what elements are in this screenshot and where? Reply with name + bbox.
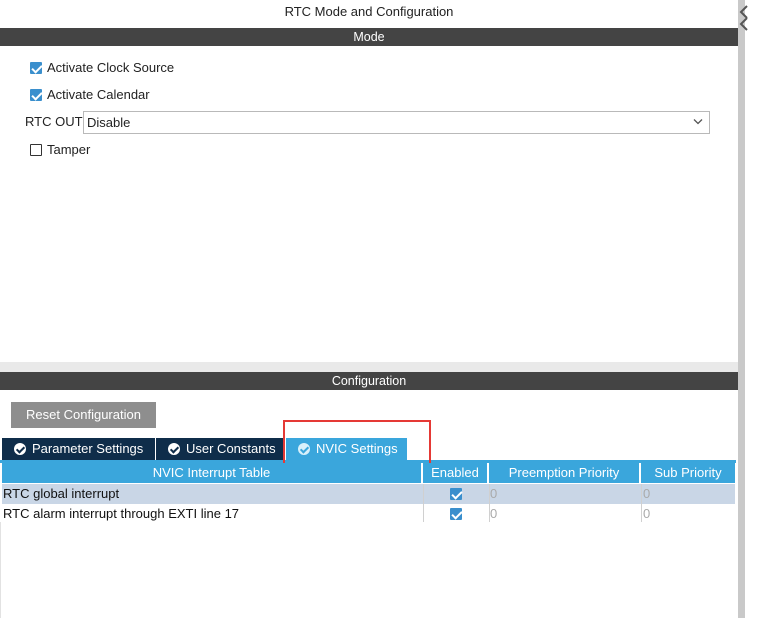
- rtc-config-panel: RTC Mode and Configuration Mode Activate…: [0, 0, 738, 618]
- tab-label: User Constants: [186, 441, 276, 456]
- chevron-left-icon[interactable]: [739, 4, 749, 34]
- enabled-cell: [423, 484, 489, 504]
- column-header-interrupt[interactable]: NVIC Interrupt Table: [2, 463, 423, 483]
- sub-priority-value[interactable]: 0: [641, 504, 735, 524]
- activate-calendar-label: Activate Calendar: [47, 87, 150, 102]
- enabled-cell: [423, 504, 489, 524]
- rtc-out-select[interactable]: Disable: [83, 111, 710, 134]
- activate-calendar-checkbox[interactable]: [30, 89, 42, 101]
- preemption-priority-value[interactable]: 0: [489, 504, 641, 524]
- tab-parameter-settings[interactable]: Parameter Settings: [2, 438, 155, 460]
- sub-priority-value[interactable]: 0: [641, 484, 735, 504]
- column-header-enabled[interactable]: Enabled: [423, 463, 489, 483]
- right-scrollbar[interactable]: [738, 0, 768, 618]
- table-empty-area: [0, 522, 736, 618]
- table-row[interactable]: RTC global interrupt 0 0: [2, 484, 735, 504]
- rtc-out-value: Disable: [87, 115, 131, 130]
- interrupt-name: RTC global interrupt: [3, 486, 120, 501]
- tamper-checkbox[interactable]: [30, 144, 42, 156]
- check-circle-icon: [14, 443, 26, 455]
- enabled-checkbox[interactable]: [450, 508, 462, 520]
- reset-configuration-button[interactable]: Reset Configuration: [11, 402, 156, 428]
- tamper-label: Tamper: [47, 142, 91, 157]
- enabled-checkbox[interactable]: [450, 488, 462, 500]
- rtc-out-label: RTC OUT: [25, 114, 83, 129]
- table-row[interactable]: RTC alarm interrupt through EXTI line 17…: [2, 504, 735, 524]
- panel-divider[interactable]: [0, 362, 738, 372]
- highlight-annotation: [283, 420, 431, 465]
- activate-clock-source-checkbox[interactable]: [30, 62, 42, 74]
- chevron-down-icon: [693, 119, 703, 125]
- tab-label: Parameter Settings: [32, 441, 144, 456]
- configuration-section-header: Configuration: [0, 372, 738, 390]
- column-header-sub-priority[interactable]: Sub Priority: [641, 463, 735, 483]
- scrollbar-track[interactable]: [738, 0, 745, 618]
- tab-user-constants[interactable]: User Constants: [156, 438, 283, 460]
- activate-clock-source-label: Activate Clock Source: [47, 60, 175, 75]
- mode-section-header: Mode: [0, 28, 738, 46]
- interrupt-name: RTC alarm interrupt through EXTI line 17: [3, 506, 240, 521]
- check-circle-icon: [168, 443, 180, 455]
- preemption-priority-value[interactable]: 0: [489, 484, 641, 504]
- window-title: RTC Mode and Configuration: [284, 4, 454, 19]
- column-header-preemption-priority[interactable]: Preemption Priority: [489, 463, 641, 483]
